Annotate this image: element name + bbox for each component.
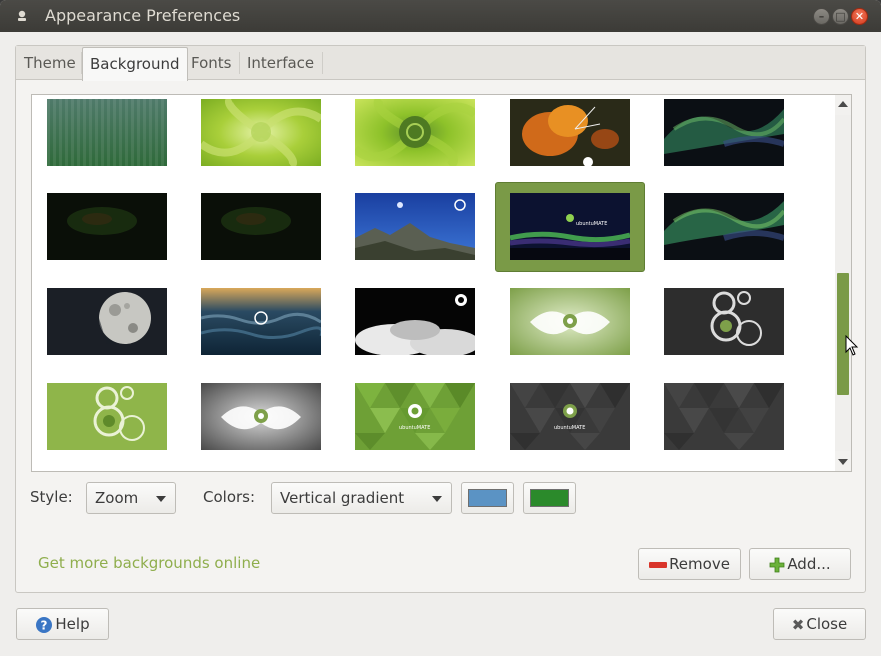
app-icon	[18, 10, 26, 21]
thumb-wordmark: ubuntuMATE	[576, 221, 607, 227]
add-label: Add...	[787, 555, 831, 573]
background-thumbnail[interactable]: ubuntuMATE	[510, 193, 630, 260]
primary-color-button[interactable]	[461, 482, 514, 514]
background-thumbnail[interactable]	[355, 193, 475, 260]
tab-theme[interactable]: Theme	[17, 47, 83, 79]
background-thumbnail[interactable]: ubuntuMATE	[510, 383, 630, 450]
remove-icon	[649, 561, 668, 568]
background-thumbnail[interactable]	[201, 99, 321, 166]
background-thumbnail[interactable]	[47, 383, 167, 450]
help-button[interactable]: ? Help	[16, 608, 109, 640]
background-thumbnail[interactable]	[664, 99, 784, 166]
title-bar[interactable]: Appearance Preferences – □ ✕	[0, 0, 881, 32]
svg-text:?: ?	[41, 618, 48, 632]
scrollbar-thumb[interactable]	[837, 273, 849, 395]
background-thumbnail[interactable]	[664, 383, 784, 450]
secondary-color-button[interactable]	[523, 482, 576, 514]
chevron-down-icon	[432, 496, 442, 502]
close-window-button[interactable]: ✕	[851, 8, 868, 25]
colors-label: Colors:	[203, 488, 256, 506]
primary-color-swatch	[468, 489, 507, 507]
mouse-cursor-icon	[845, 335, 859, 356]
tab-bar: Theme Background Fonts Interface	[16, 46, 865, 81]
background-thumbnail[interactable]	[47, 288, 167, 355]
background-thumbnail[interactable]: ubuntuMATE	[355, 383, 475, 450]
style-combo[interactable]: Zoom	[86, 482, 176, 514]
background-thumbnail[interactable]	[201, 288, 321, 355]
colors-combo[interactable]: Vertical gradient	[271, 482, 452, 514]
tab-fonts[interactable]: Fonts	[184, 47, 238, 79]
tab-separator	[322, 52, 323, 74]
window-title: Appearance Preferences	[45, 6, 241, 25]
secondary-color-swatch	[530, 489, 569, 507]
background-thumbnail[interactable]	[510, 99, 630, 166]
maximize-button[interactable]: □	[832, 8, 849, 25]
remove-button[interactable]: Remove	[638, 548, 741, 580]
scroll-down-arrow-icon[interactable]	[838, 459, 848, 465]
close-label: Close	[806, 615, 848, 633]
background-thumbnail[interactable]	[201, 383, 321, 450]
tab-background[interactable]: Background	[82, 47, 188, 81]
gallery-scrollbar[interactable]	[835, 94, 852, 472]
remove-label: Remove	[669, 555, 730, 573]
preferences-notebook: Theme Background Fonts Interface ubuntuM…	[15, 45, 866, 593]
background-thumbnail[interactable]	[201, 193, 321, 260]
add-icon	[769, 557, 785, 572]
appearance-preferences-window: Appearance Preferences – □ ✕ Theme Backg…	[0, 0, 881, 656]
style-value: Zoom	[95, 489, 139, 507]
colors-value: Vertical gradient	[280, 489, 405, 507]
close-icon: ✖	[791, 615, 805, 634]
scroll-up-arrow-icon[interactable]	[838, 101, 848, 107]
help-icon: ?	[36, 616, 53, 633]
minimize-button[interactable]: –	[813, 8, 830, 25]
background-thumbnail[interactable]	[355, 288, 475, 355]
background-thumbnail[interactable]	[664, 288, 784, 355]
background-thumbnail[interactable]	[47, 99, 167, 166]
background-thumbnail[interactable]	[47, 193, 167, 260]
tab-interface[interactable]: Interface	[240, 47, 321, 79]
background-thumbnail[interactable]	[510, 288, 630, 355]
background-thumbnail[interactable]	[664, 193, 784, 260]
help-label: Help	[55, 615, 90, 633]
chevron-down-icon	[156, 496, 166, 502]
background-thumbnail[interactable]	[355, 99, 475, 166]
thumb-wordmark: ubuntuMATE	[399, 425, 430, 431]
add-button[interactable]: Add...	[749, 548, 851, 580]
style-label: Style:	[30, 488, 73, 506]
thumb-wordmark: ubuntuMATE	[554, 425, 585, 431]
close-button[interactable]: ✖ Close	[773, 608, 866, 640]
more-backgrounds-link[interactable]: Get more backgrounds online	[38, 554, 260, 572]
background-gallery[interactable]: ubuntuMATE ubuntuMATE ubuntuMATE	[31, 94, 851, 472]
